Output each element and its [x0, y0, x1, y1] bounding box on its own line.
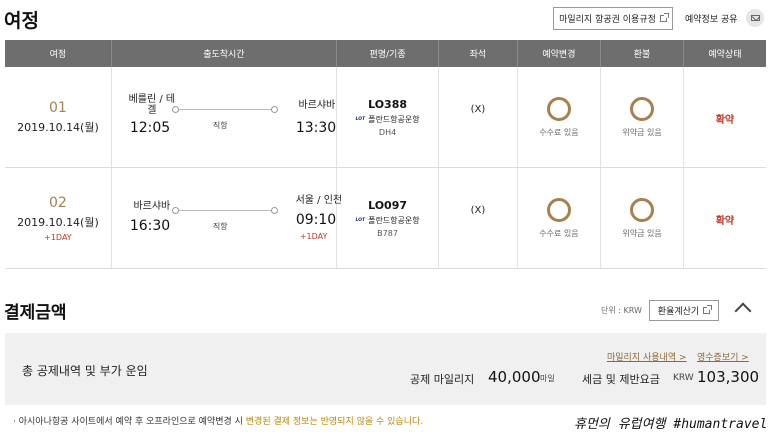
- deducted-mileage-value: 40,000: [488, 368, 541, 386]
- airline-name: 폴란드항공운항: [368, 215, 420, 225]
- mileage-history-link[interactable]: 마일리지 사용내역 >: [607, 350, 687, 363]
- payment-summary-label: 총 공제내역 및 부가 운임: [22, 364, 148, 378]
- segment-date: 2019.10.14(월): [17, 215, 99, 229]
- segment-number: 01: [49, 99, 67, 116]
- depart-time: 12:05: [129, 120, 171, 136]
- mileage-rules-button[interactable]: 마일리지 항공권 이용규정: [553, 7, 673, 30]
- status-cell: 확약: [683, 67, 766, 168]
- column-header: 여정: [5, 40, 112, 67]
- route-line: [171, 106, 278, 113]
- depart-time: 16:30: [129, 218, 171, 234]
- airline-name: 폴란드항공운항: [368, 114, 420, 124]
- change-cell: 수수료 있음: [517, 67, 602, 168]
- flight-cell: LO097 LOT 폴란드항공운항 B787: [336, 167, 440, 269]
- collapse-chevron-up-icon[interactable]: [734, 302, 752, 320]
- mileage-rules-label: 마일리지 항공권 이용규정: [559, 15, 656, 25]
- flight-number: LO388: [368, 97, 408, 111]
- itinerary-header: 여정 마일리지 항공권 이용규정 예약정보 공유: [0, 0, 770, 38]
- route-type: 직항: [212, 121, 228, 130]
- exchange-calculator-label: 환율계산기: [657, 307, 700, 317]
- page-title: 여정: [4, 10, 39, 32]
- column-header: 환불: [600, 40, 684, 67]
- aircraft-type: DH4: [378, 127, 397, 137]
- lot-airline-logo-icon: LOT: [355, 116, 366, 122]
- share-reservation-label: 예약정보 공유: [685, 15, 738, 25]
- watermark: 휴먼의 유럽여행 #humantravel: [574, 417, 768, 432]
- segment-plus-day: +1DAY: [44, 232, 72, 242]
- route-end-dot: [270, 106, 278, 113]
- seat-value: (X): [470, 104, 486, 115]
- deducted-mileage-label: 공제 마일리지: [410, 373, 475, 386]
- seat-value: (X): [470, 205, 486, 216]
- change-available-circle-icon: [546, 197, 571, 222]
- deducted-mileage-unit: 마일: [540, 374, 555, 383]
- route-start-dot: [171, 207, 179, 214]
- route-start-dot: [171, 106, 179, 113]
- table-row: 02 2019.10.14(월) +1DAY 바르샤바 16:30 직항 서울 …: [5, 167, 766, 269]
- notice-text-main: 아시아나항공 사이트에서 예약 후 오프라인으로 예약변경 시: [18, 417, 246, 427]
- arrive-plus-day: +1DAY: [299, 232, 328, 241]
- column-header: 좌석: [438, 40, 518, 67]
- destination-city: 서울 / 인천: [295, 195, 343, 206]
- table-header-row: 여정 출도착시간 편명/기종 좌석 예약변경 환불 예약상태: [5, 40, 766, 67]
- tax-currency: KRW: [673, 373, 694, 383]
- refund-fee-label: 위약금 있음: [622, 127, 662, 137]
- external-link-icon: [703, 305, 713, 314]
- schedule-cell: 베를린 / 테겔 12:05 직항 바르샤바 13:30: [111, 67, 337, 168]
- segment-cell: 01 2019.10.14(월): [5, 67, 112, 168]
- column-header: 예약변경: [517, 40, 602, 67]
- schedule-cell: 바르샤바 16:30 직항 서울 / 인천 09:10 +1DAY: [111, 167, 342, 269]
- origin-city: 베를린 / 테겔: [128, 94, 176, 116]
- aircraft-type: B787: [377, 228, 398, 238]
- change-fee-label: 수수료 있음: [539, 228, 579, 238]
- destination-city: 바르샤바: [298, 100, 336, 111]
- refund-available-circle-icon: [630, 96, 655, 121]
- airline: LOT 폴란드항공운항: [337, 215, 438, 226]
- currency-unit-label: 단위 : KRW: [601, 306, 642, 315]
- change-cell: 수수료 있음: [517, 167, 602, 269]
- refund-fee-label: 위약금 있음: [622, 228, 662, 238]
- payment-section-title: 결제금액: [4, 303, 67, 323]
- exchange-calculator-button[interactable]: 환율계산기: [649, 300, 719, 321]
- column-header: 예약상태: [683, 40, 766, 67]
- status-cell: 확약: [683, 167, 766, 269]
- route: 바르샤바 16:30 직항 서울 / 인천 09:10 +1DAY: [112, 168, 342, 268]
- payment-summary-box: 총 공제내역 및 부가 운임 마일리지 사용내역 > 영수증보기 > 공제 마일…: [5, 333, 766, 405]
- airline: LOT 폴란드항공운항: [337, 114, 438, 125]
- external-link-icon: [659, 13, 669, 22]
- notice-text-highlight: 변경된 결제 정보는 반영되지 않을 수 있습니다.: [245, 417, 424, 427]
- notice-text: · 아시아나항공 사이트에서 예약 후 오프라인으로 예약변경 시 변경된 결제…: [13, 414, 423, 427]
- itinerary-table: 여정 출도착시간 편명/기종 좌석 예약변경 환불 예약상태 01 2019.1…: [5, 40, 766, 269]
- refund-cell: 위약금 있음: [600, 67, 684, 168]
- route-type: 직항: [212, 222, 228, 231]
- column-header: 출도착시간: [111, 40, 337, 67]
- mail-icon[interactable]: [746, 9, 764, 27]
- seat-cell: (X): [438, 67, 518, 168]
- flight-cell: LO388 LOT 폴란드항공운항 DH4: [336, 67, 440, 168]
- notice-bullet: ·: [13, 417, 16, 427]
- route: 베를린 / 테겔 12:05 직항 바르샤바 13:30: [112, 67, 337, 167]
- arrive-time: 13:30: [295, 120, 337, 136]
- route-end-dot: [270, 207, 278, 214]
- reservation-status: 확약: [715, 215, 735, 227]
- refund-available-circle-icon: [630, 197, 655, 222]
- tax-fee-value: 103,300: [697, 368, 760, 386]
- segment-cell: 02 2019.10.14(월) +1DAY: [5, 167, 112, 269]
- change-available-circle-icon: [546, 96, 571, 121]
- lot-airline-logo-icon: LOT: [355, 217, 366, 223]
- refund-cell: 위약금 있음: [600, 167, 684, 269]
- tax-fee-label: 세금 및 제반요금: [582, 373, 660, 386]
- change-fee-label: 수수료 있음: [539, 127, 579, 137]
- segment-date: 2019.10.14(월): [17, 120, 99, 134]
- segment-number: 02: [49, 194, 67, 211]
- route-line: [171, 207, 278, 214]
- receipt-link[interactable]: 영수증보기 >: [697, 350, 749, 363]
- column-header: 편명/기종: [336, 40, 440, 67]
- table-row: 01 2019.10.14(월) 베를린 / 테겔 12:05 직항 바르샤바 …: [5, 67, 766, 168]
- seat-cell: (X): [438, 167, 518, 269]
- arrive-time: 09:10: [295, 212, 337, 228]
- reservation-status: 확약: [715, 114, 735, 126]
